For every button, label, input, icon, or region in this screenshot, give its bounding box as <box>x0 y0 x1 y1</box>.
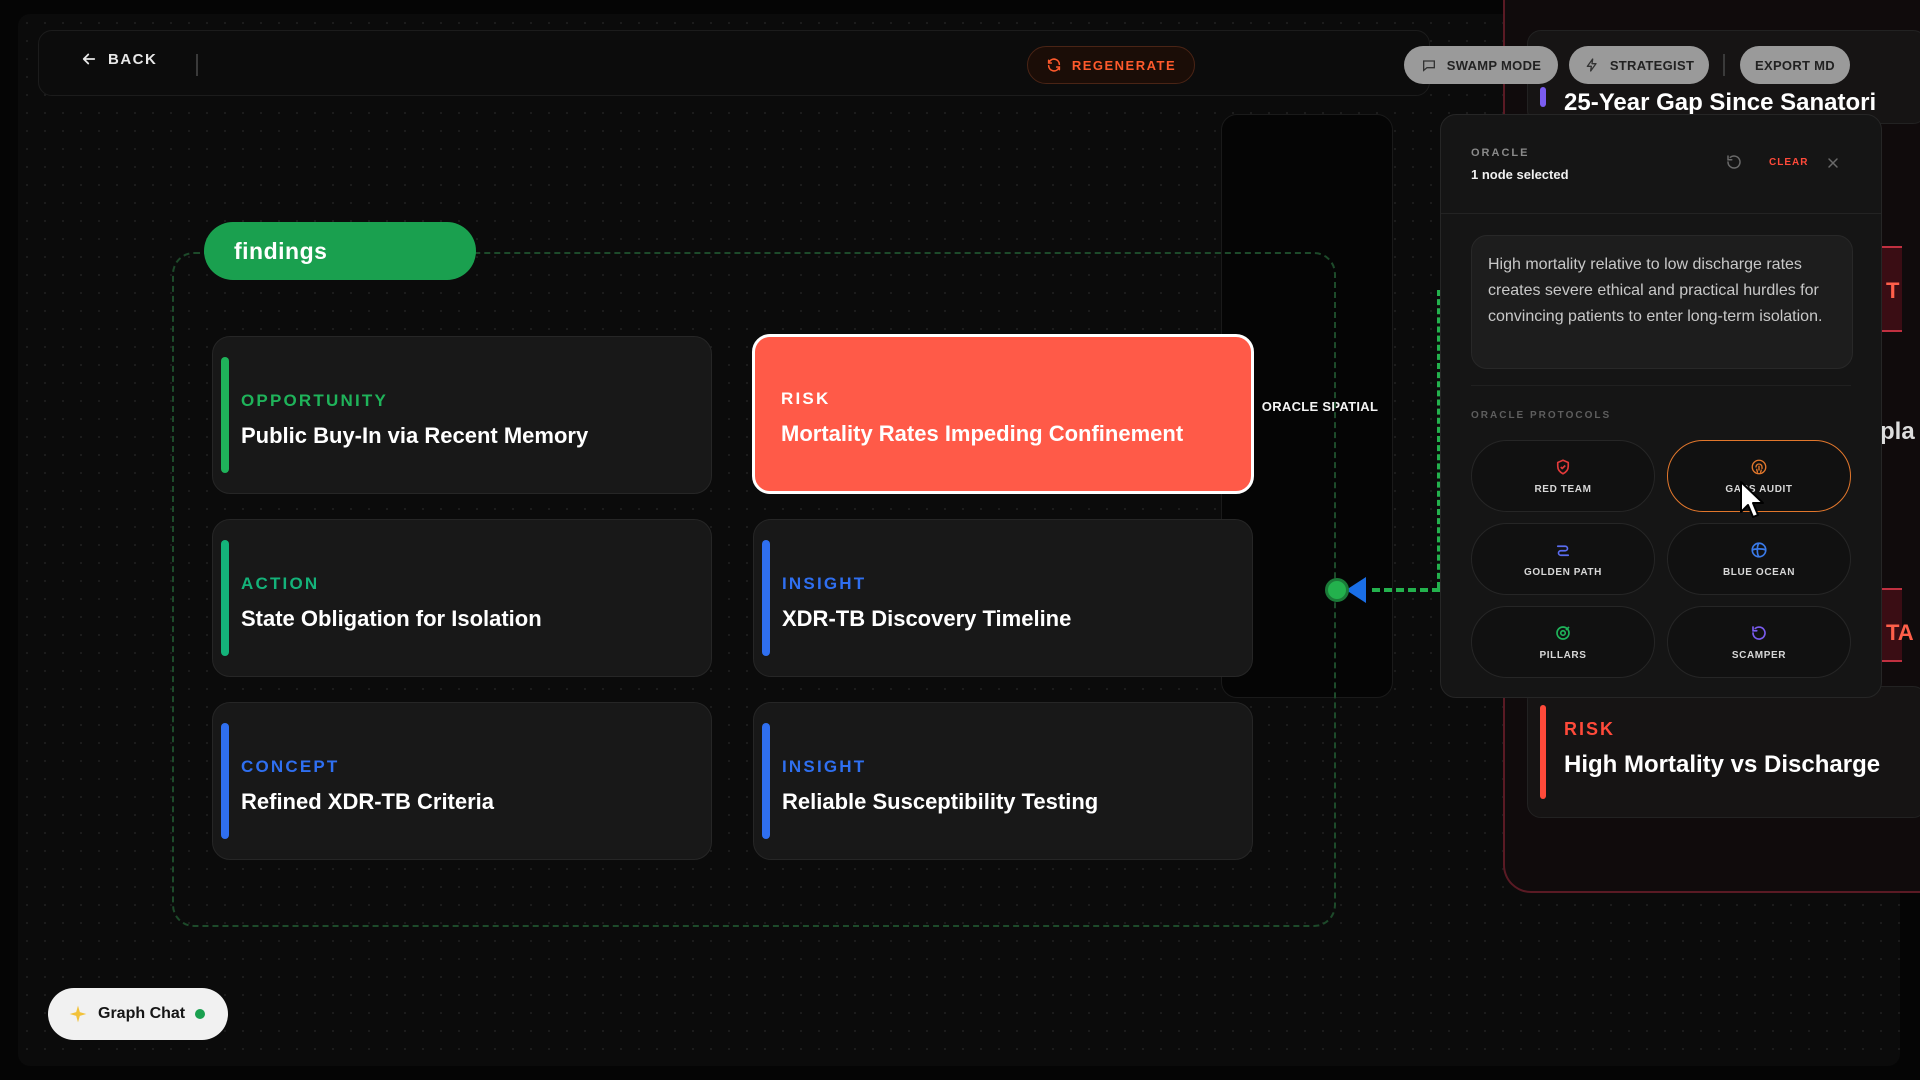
node-accent-bar <box>1540 705 1546 799</box>
edge-arrowhead <box>1346 577 1366 603</box>
node-kicker: RISK <box>1564 719 1616 739</box>
graph-chat-button[interactable]: Graph Chat <box>48 988 228 1040</box>
protocol-scamper-button[interactable]: SCAMPER <box>1667 606 1851 678</box>
protocol-golden-path-button[interactable]: GOLDEN PATH <box>1471 523 1655 595</box>
panel-divider <box>1471 385 1851 386</box>
node-accent-bar <box>762 723 770 839</box>
rotate-icon <box>1752 625 1766 640</box>
finding-node[interactable]: INSIGHT XDR-TB Discovery Timeline <box>753 519 1253 677</box>
oracle-protocols-heading: ORACLE PROTOCOLS <box>1471 410 1612 421</box>
node-title: State Obligation for Isolation <box>241 606 542 631</box>
protocol-pillars-button[interactable]: PILLARS <box>1471 606 1655 678</box>
group-connection-handle[interactable] <box>1325 578 1349 602</box>
node-accent-bar <box>221 540 229 656</box>
close-icon[interactable] <box>1825 155 1841 171</box>
swamp-mode-label: SWAMP MODE <box>1446 57 1542 73</box>
shield-icon <box>1556 458 1570 475</box>
strategist-label: STRATEGIST <box>1609 57 1695 73</box>
node-title: Mortality Rates Impeding Confinement <box>781 421 1184 446</box>
protocol-label: PILLARS <box>1539 649 1587 661</box>
node-title: Public Buy-In via Recent Memory <box>241 423 589 448</box>
route-icon <box>1556 544 1570 556</box>
finding-node-selected[interactable]: RISK Mortality Rates Impeding Confinemen… <box>752 334 1254 494</box>
finding-node[interactable]: OPPORTUNITY Public Buy-In via Recent Mem… <box>212 336 712 494</box>
protocol-label: BLUE OCEAN <box>1722 566 1796 578</box>
node-title: 25-Year Gap Since Sanatori <box>1564 89 1877 116</box>
edge-connector-line <box>1372 588 1440 592</box>
back-label: BACK <box>108 50 158 68</box>
node-accent-bar <box>762 540 770 656</box>
refresh-icon <box>1047 58 1060 72</box>
swamp-mode-button[interactable]: SWAMP MODE <box>1404 46 1558 84</box>
node-title: Reliable Susceptibility Testing <box>782 789 1099 814</box>
finding-node[interactable]: ACTION State Obligation for Isolation <box>212 519 712 677</box>
fingerprint-icon <box>1751 459 1767 474</box>
protocol-label: RED TEAM <box>1534 483 1592 495</box>
oracle-summary-text: High mortality relative to low discharge… <box>1471 235 1853 369</box>
protocol-red-team-button[interactable]: RED TEAM <box>1471 440 1655 512</box>
protocol-label: SCAMPER <box>1731 649 1787 661</box>
top-toolbar <box>38 30 1430 96</box>
chat-bubble-icon <box>1422 60 1435 72</box>
node-title: High Mortality vs Discharge <box>1564 751 1881 778</box>
clear-button[interactable]: CLEAR <box>1769 157 1808 168</box>
node-kicker: INSIGHT <box>782 757 867 776</box>
node-title: XDR-TB Discovery Timeline <box>782 606 1072 631</box>
oracle-selection-count: 1 node selected <box>1471 167 1569 182</box>
globe-icon <box>1751 541 1767 558</box>
toolbar-divider <box>196 54 198 76</box>
export-md-label: EXPORT MD <box>1755 57 1835 73</box>
strategist-button[interactable]: STRATEGIST <box>1569 46 1709 84</box>
reset-icon[interactable] <box>1725 153 1743 171</box>
node-accent-bar <box>221 723 229 839</box>
background-node-text-fragment: pla <box>1880 418 1915 445</box>
node-kicker-fragment: TA <box>1886 620 1914 645</box>
background-risk-node-edge[interactable]: T <box>1880 246 1902 332</box>
node-kicker: CONCEPT <box>241 757 340 776</box>
node-kicker-fragment: T <box>1886 278 1900 303</box>
finding-node[interactable]: INSIGHT Reliable Susceptibility Testing <box>753 702 1253 860</box>
mouse-cursor-icon <box>1740 481 1764 518</box>
background-risk-node-edge[interactable]: TA <box>1880 588 1914 662</box>
finding-node[interactable]: CONCEPT Refined XDR-TB Criteria <box>212 702 712 860</box>
oracle-panel: ORACLE 1 node selected CLEAR High mortal… <box>1440 114 1882 698</box>
node-kicker: OPPORTUNITY <box>241 391 388 410</box>
graph-chat-label: Graph Chat <box>98 1005 186 1022</box>
toolbar-divider <box>1723 54 1725 76</box>
panel-divider <box>1441 213 1881 214</box>
node-kicker: ACTION <box>241 574 320 593</box>
protocol-label: GOLDEN PATH <box>1524 566 1602 578</box>
oracle-panel-kicker: ORACLE <box>1471 147 1530 159</box>
background-node-risk[interactable]: RISK High Mortality vs Discharge <box>1527 686 1920 818</box>
back-button[interactable]: BACK <box>80 50 157 68</box>
lightning-icon <box>1586 58 1597 72</box>
node-title: Refined XDR-TB Criteria <box>241 789 495 814</box>
node-accent-bar <box>1540 87 1546 107</box>
group-label-findings[interactable]: findings <box>204 222 476 280</box>
protocol-blue-ocean-button[interactable]: BLUE OCEAN <box>1667 523 1851 595</box>
regenerate-button[interactable]: REGENERATE <box>1027 46 1195 84</box>
sparkle-icon <box>69 1005 87 1023</box>
status-indicator-dot <box>195 1009 206 1019</box>
arrow-left-icon <box>82 53 96 65</box>
regenerate-label: REGENERATE <box>1071 57 1177 73</box>
node-kicker: RISK <box>781 389 831 408</box>
node-accent-bar <box>221 357 229 473</box>
export-md-button[interactable]: EXPORT MD <box>1740 46 1850 84</box>
target-icon <box>1556 625 1570 640</box>
node-kicker: INSIGHT <box>782 574 867 593</box>
